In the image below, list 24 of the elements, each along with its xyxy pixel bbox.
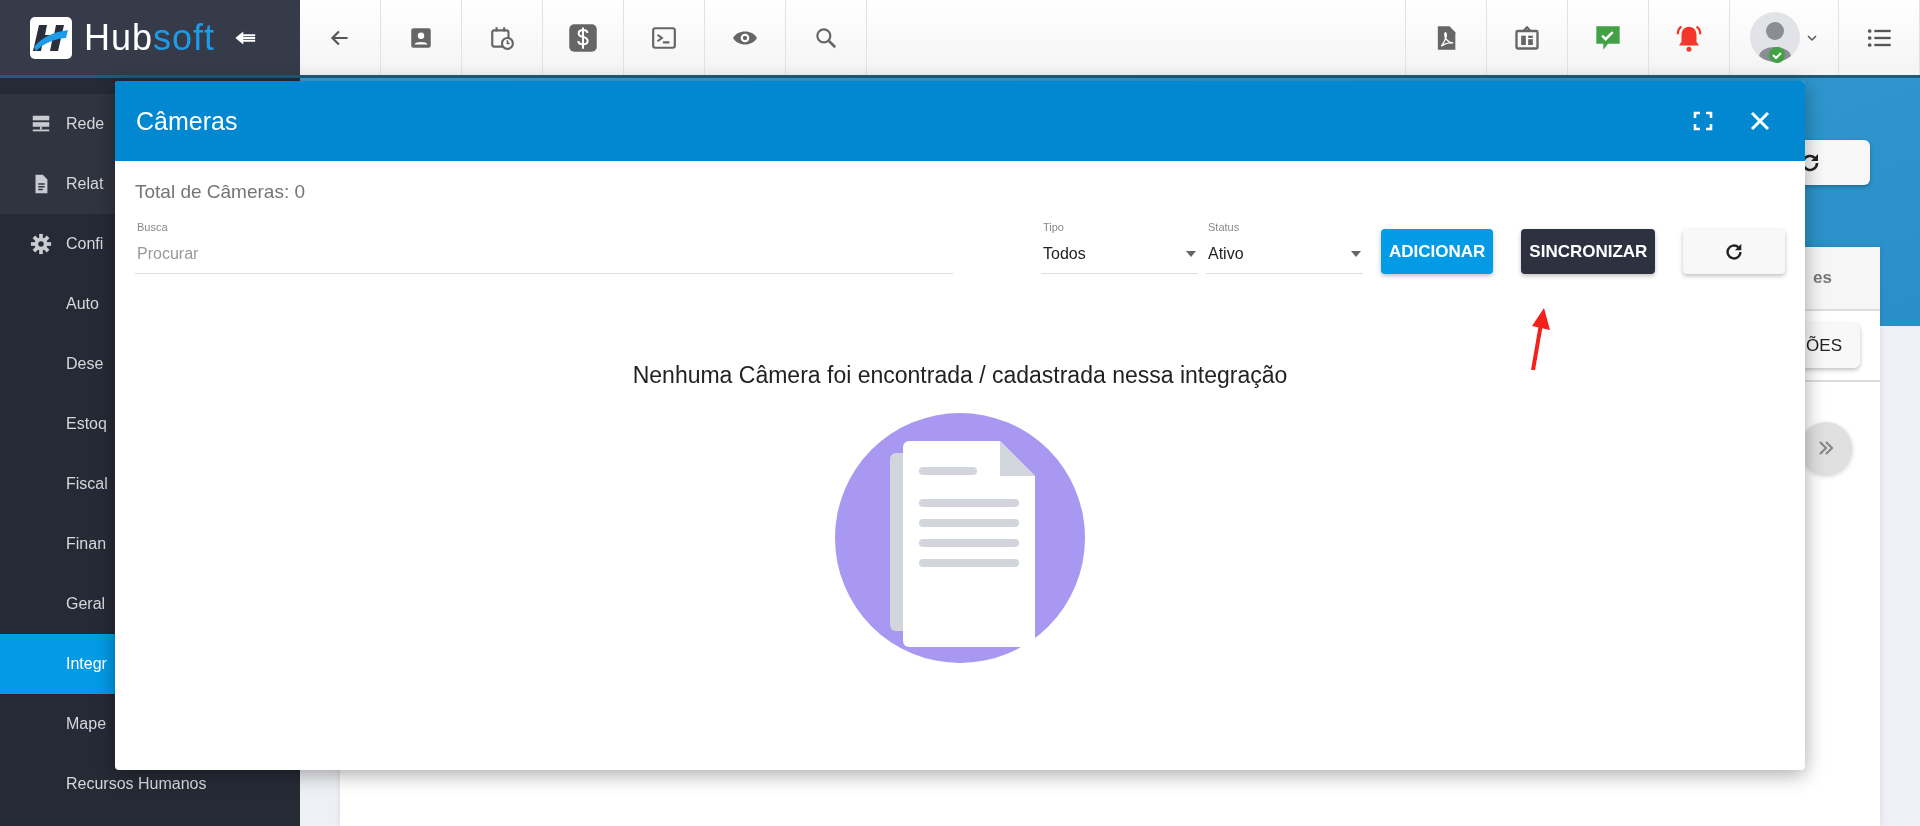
field-label: Status	[1207, 221, 1241, 233]
dollar-icon	[568, 22, 598, 53]
close-icon	[1749, 110, 1771, 132]
avatar-icon[interactable]	[1750, 11, 1802, 64]
caret-down-icon	[1351, 251, 1361, 257]
select-field[interactable]: Todos	[1041, 241, 1198, 274]
id-badge-icon	[1513, 23, 1541, 52]
refresh-button[interactable]	[1683, 229, 1785, 274]
checked-message-icon	[1594, 23, 1622, 52]
select-field[interactable]: Ativo	[1206, 241, 1363, 274]
tab-label[interactable]: es	[1813, 268, 1832, 288]
gear-icon	[30, 233, 52, 255]
sync-button[interactable]: SINCRONIZAR	[1521, 229, 1656, 274]
logo-icon	[30, 16, 72, 59]
field-label: Busca	[136, 221, 169, 233]
logo-text: Hubsoft	[84, 16, 216, 59]
modal-title: Câmeras	[136, 106, 239, 136]
empty-message: Nenhuma Câmera foi encontrada / cadastrada nessa integração	[632, 362, 1288, 389]
calendar-clock-icon	[489, 24, 515, 51]
total-count: Total de Câmeras: 0	[135, 181, 307, 203]
terminal-icon	[651, 24, 677, 51]
fullscreen-icon	[1693, 111, 1713, 131]
caret-down-icon	[1186, 251, 1196, 257]
field-label: Tipo	[1042, 221, 1065, 233]
